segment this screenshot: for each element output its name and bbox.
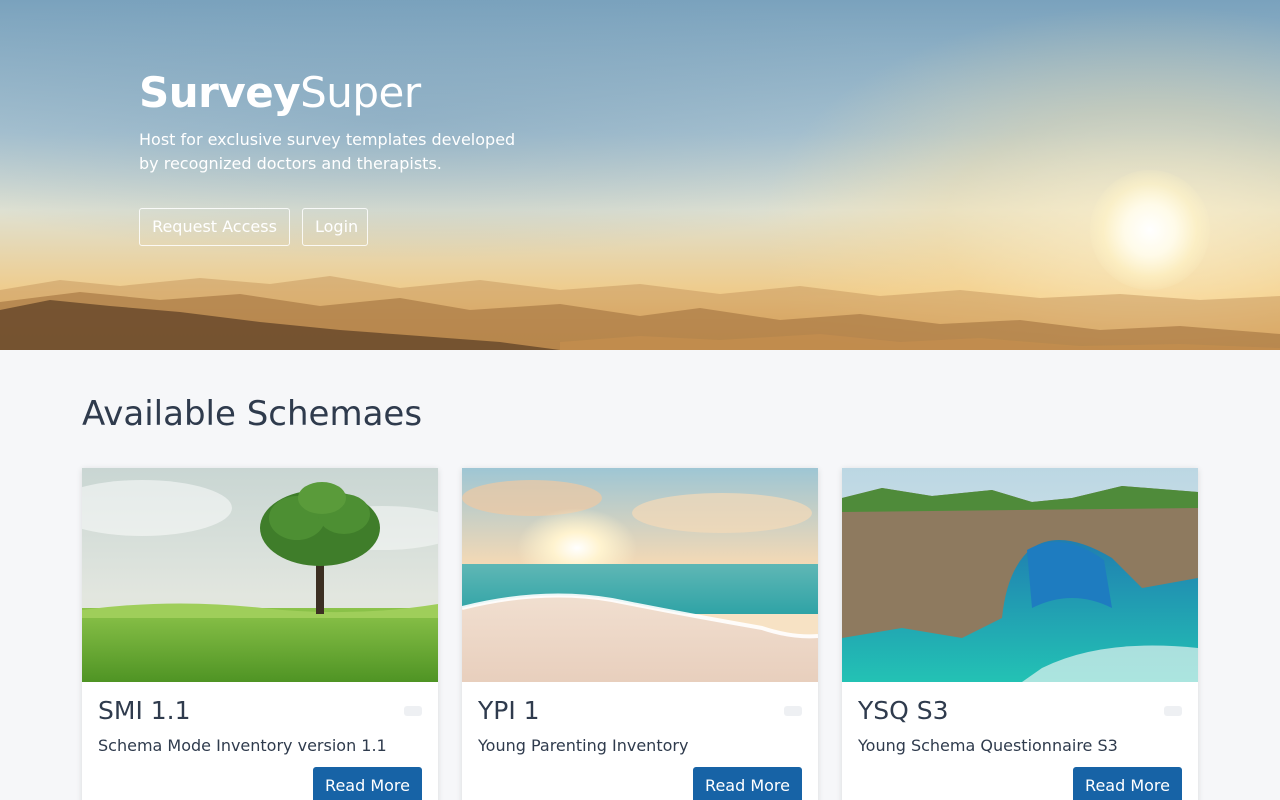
card-tag-badge	[1164, 706, 1182, 716]
mountains-image	[0, 276, 1280, 350]
tree-in-field-image	[82, 468, 438, 682]
read-more-button[interactable]: Read More	[693, 767, 802, 800]
card-tag-badge	[404, 706, 422, 716]
schema-card: YPI 1 Young Parenting Inventory Read Mor…	[462, 468, 818, 800]
sea-arch-cliff-image	[842, 468, 1198, 682]
request-access-button[interactable]: Request Access	[139, 208, 290, 246]
card-description: Schema Mode Inventory version 1.1	[98, 736, 387, 755]
schema-card: SMI 1.1 Schema Mode Inventory version 1.…	[82, 468, 438, 800]
read-more-button[interactable]: Read More	[313, 767, 422, 800]
brand-name-bold: Survey	[139, 68, 301, 117]
brand-logo: SurveySuper	[139, 68, 421, 117]
card-title: SMI 1.1	[98, 696, 191, 725]
login-button[interactable]: Login	[302, 208, 368, 246]
card-description: Young Schema Questionnaire S3	[858, 736, 1118, 755]
card-title: YPI 1	[478, 696, 540, 725]
card-tag-badge	[784, 706, 802, 716]
schema-card: YSQ S3 Young Schema Questionnaire S3 Rea…	[842, 468, 1198, 800]
brand-name-light: Super	[300, 68, 421, 117]
read-more-button[interactable]: Read More	[1073, 767, 1182, 800]
beach-sunset-image	[462, 468, 818, 682]
card-title: YSQ S3	[858, 696, 949, 725]
section-title: Available Schemaes	[82, 394, 423, 434]
hero-banner: SurveySuper Host for exclusive survey te…	[0, 0, 1280, 350]
hero-tagline: Host for exclusive survey templates deve…	[139, 130, 516, 173]
card-description: Young Parenting Inventory	[478, 736, 689, 755]
